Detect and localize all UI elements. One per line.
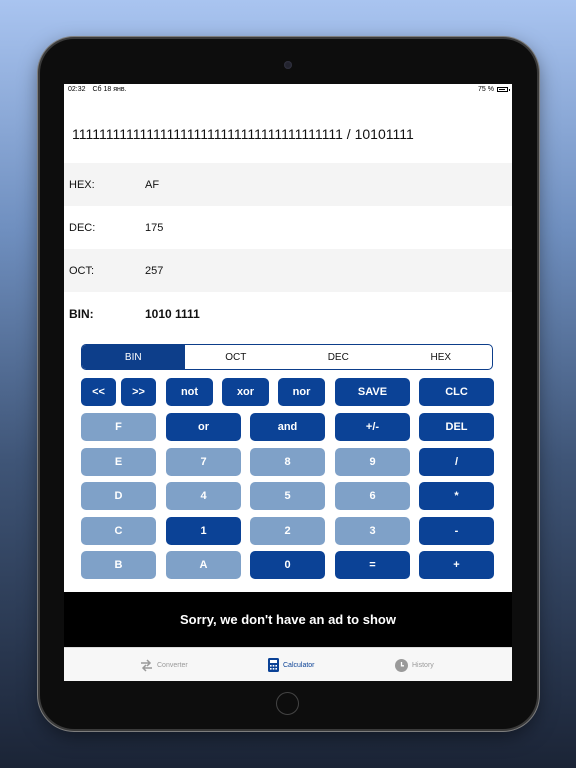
status-time: 02:32 [68, 86, 86, 93]
digit-1-key[interactable]: 1 [166, 517, 241, 545]
clear-key[interactable]: CLC [419, 378, 494, 406]
tab-bar: Converter Calculator History [64, 647, 512, 681]
digit-9-key[interactable]: 9 [335, 448, 410, 476]
dec-result-row: DEC: 175 [64, 206, 512, 249]
calculator-icon [268, 658, 279, 672]
tab-history[interactable]: History [395, 648, 434, 681]
xor-key[interactable]: xor [222, 378, 269, 406]
hex-a-key[interactable]: A [166, 551, 241, 579]
digit-5-key[interactable]: 5 [250, 482, 325, 510]
arrows-swap-icon [141, 658, 152, 672]
multiply-key[interactable]: * [419, 482, 494, 510]
mode-dec[interactable]: DEC [287, 345, 390, 369]
shift-right-key[interactable]: >> [121, 378, 156, 406]
ipad-frame: 02:32 Сб 18 янв. 75 % 111111111111111111… [40, 39, 537, 729]
hex-f-key[interactable]: F [81, 413, 156, 441]
tab-history-label: History [412, 661, 434, 669]
digit-7-key[interactable]: 7 [166, 448, 241, 476]
tab-calculator-label: Calculator [283, 661, 315, 669]
base-mode-selector: BIN OCT DEC HEX [81, 344, 493, 370]
mode-bin[interactable]: BIN [82, 345, 185, 369]
hex-value[interactable]: AF [145, 179, 159, 191]
battery-icon [497, 87, 510, 92]
expression-display: 1111111111111111111111111111111111111111… [72, 126, 414, 142]
oct-label: OCT: [69, 264, 95, 277]
digit-4-key[interactable]: 4 [166, 482, 241, 510]
mode-hex[interactable]: HEX [390, 345, 493, 369]
divide-key[interactable]: / [419, 448, 494, 476]
hex-e-key[interactable]: E [81, 448, 156, 476]
hex-result-row: HEX: AF [64, 163, 512, 206]
plus-key[interactable]: + [419, 551, 494, 579]
dec-value[interactable]: 175 [145, 222, 163, 234]
home-button[interactable] [276, 692, 299, 715]
ad-message: Sorry, we don't have an ad to show [180, 612, 396, 627]
tab-converter-label: Converter [157, 661, 188, 669]
status-bar: 02:32 Сб 18 янв. 75 % [64, 84, 512, 96]
save-key[interactable]: SAVE [335, 378, 410, 406]
hex-label: HEX: [69, 178, 95, 191]
battery-percent: 75 % [478, 86, 494, 93]
tab-calculator[interactable]: Calculator [268, 648, 315, 681]
not-key[interactable]: not [166, 378, 213, 406]
digit-8-key[interactable]: 8 [250, 448, 325, 476]
minus-key[interactable]: - [419, 517, 494, 545]
hex-c-key[interactable]: C [81, 517, 156, 545]
digit-6-key[interactable]: 6 [335, 482, 410, 510]
hex-d-key[interactable]: D [81, 482, 156, 510]
dec-label: DEC: [69, 221, 96, 234]
bin-result-row: BIN: 1010 1111 [64, 292, 512, 335]
digit-3-key[interactable]: 3 [335, 517, 410, 545]
or-key[interactable]: or [166, 413, 241, 441]
and-key[interactable]: and [250, 413, 325, 441]
oct-value[interactable]: 257 [145, 265, 163, 277]
clock-icon [395, 658, 408, 672]
status-date: Сб 18 янв. [92, 86, 127, 93]
digit-0-key[interactable]: 0 [250, 551, 325, 579]
ad-banner[interactable]: Sorry, we don't have an ad to show [64, 592, 512, 647]
hex-b-key[interactable]: B [81, 551, 156, 579]
mode-oct[interactable]: OCT [185, 345, 288, 369]
digit-2-key[interactable]: 2 [250, 517, 325, 545]
shift-left-key[interactable]: << [81, 378, 116, 406]
delete-key[interactable]: DEL [419, 413, 494, 441]
app-screen: 02:32 Сб 18 янв. 75 % 111111111111111111… [64, 84, 512, 681]
bin-label: BIN: [69, 306, 94, 321]
negate-key[interactable]: +/- [335, 413, 410, 441]
bin-value[interactable]: 1010 1111 [145, 307, 200, 321]
front-camera [284, 61, 292, 69]
equals-key[interactable]: = [335, 551, 410, 579]
tab-converter[interactable]: Converter [140, 648, 188, 681]
oct-result-row: OCT: 257 [64, 249, 512, 292]
nor-key[interactable]: nor [278, 378, 325, 406]
